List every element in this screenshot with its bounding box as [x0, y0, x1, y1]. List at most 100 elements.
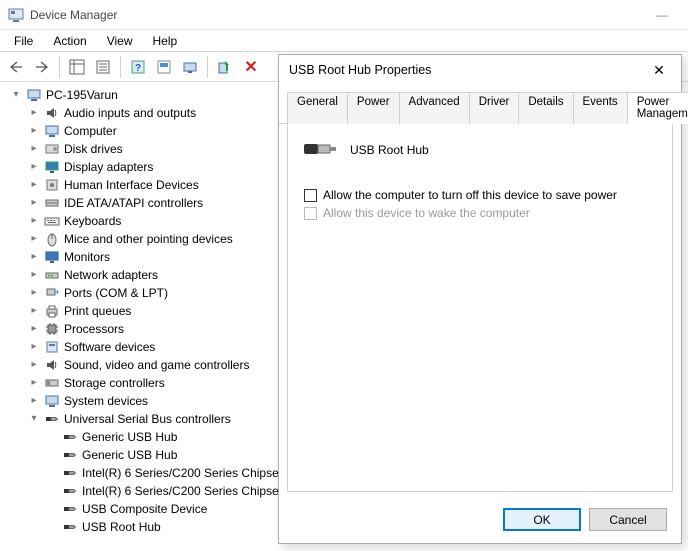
device-category-icon	[44, 141, 60, 157]
device-category-icon	[44, 339, 60, 355]
caret-icon[interactable]	[28, 158, 40, 176]
tree-device-label: Generic USB Hub	[82, 428, 177, 446]
caret-icon[interactable]	[10, 86, 22, 104]
minimize-button[interactable]: —	[644, 8, 680, 22]
tree-category-label: Disk drives	[64, 140, 123, 158]
scan-button[interactable]	[152, 55, 176, 79]
usb-device-icon	[62, 465, 78, 481]
dialog-title-bar: USB Root Hub Properties ✕	[279, 55, 681, 85]
device-category-icon	[44, 411, 60, 427]
tree-device-label: Generic USB Hub	[82, 446, 177, 464]
caret-icon[interactable]	[28, 140, 40, 158]
device-category-icon	[44, 249, 60, 265]
checkbox-wake	[304, 207, 317, 220]
tree-category-label: Universal Serial Bus controllers	[64, 410, 231, 428]
tree-category-label: Human Interface Devices	[64, 176, 199, 194]
close-icon[interactable]: ✕	[647, 62, 671, 79]
tab-strip: General Power Advanced Driver Details Ev…	[279, 91, 681, 124]
tab-general[interactable]: General	[287, 92, 348, 124]
caret-icon[interactable]	[28, 320, 40, 338]
caret-icon[interactable]	[28, 104, 40, 122]
caret-icon[interactable]	[28, 122, 40, 140]
back-button[interactable]	[4, 55, 28, 79]
tree-root-label: PC-195Varun	[46, 86, 118, 104]
device-name-label: USB Root Hub	[350, 143, 429, 157]
menu-view[interactable]: View	[99, 32, 141, 50]
caret-icon[interactable]	[28, 284, 40, 302]
computer-icon	[26, 87, 42, 103]
tree-category-label: Audio inputs and outputs	[64, 104, 196, 122]
caret-icon[interactable]	[28, 176, 40, 194]
device-category-icon	[44, 195, 60, 211]
device-category-icon	[44, 393, 60, 409]
dialog-buttons: OK Cancel	[279, 500, 681, 543]
device-header: USB Root Hub	[304, 138, 656, 162]
tree-device-label: USB Composite Device	[82, 500, 207, 518]
tree-category-label: Mice and other pointing devices	[64, 230, 233, 248]
forward-button[interactable]	[30, 55, 54, 79]
device-category-icon	[44, 231, 60, 247]
caret-icon[interactable]	[28, 356, 40, 374]
caret-icon[interactable]	[28, 248, 40, 266]
tree-category-label: Storage controllers	[64, 374, 165, 392]
device-category-icon	[44, 285, 60, 301]
caret-icon[interactable]	[28, 374, 40, 392]
ok-button[interactable]: OK	[503, 508, 581, 531]
caret-icon[interactable]	[28, 266, 40, 284]
enable-button[interactable]	[213, 55, 237, 79]
tree-device-label: Intel(R) 6 Series/C200 Series Chipse	[82, 482, 279, 500]
tab-advanced[interactable]: Advanced	[399, 92, 470, 124]
caret-icon[interactable]	[28, 410, 40, 428]
tab-events[interactable]: Events	[573, 92, 628, 124]
tree-category-label: Computer	[64, 122, 117, 140]
tab-power[interactable]: Power	[347, 92, 400, 124]
menu-action[interactable]: Action	[45, 32, 94, 50]
device-category-icon	[44, 375, 60, 391]
caret-icon[interactable]	[28, 392, 40, 410]
menu-bar: File Action View Help	[0, 30, 688, 52]
tab-details[interactable]: Details	[518, 92, 573, 124]
usb-device-icon	[62, 429, 78, 445]
uninstall-button[interactable]: ✕	[239, 55, 263, 79]
checkbox-wake-label: Allow this device to wake the computer	[323, 206, 530, 220]
tab-power-management[interactable]: Power Management	[627, 92, 688, 124]
usb-device-icon	[62, 447, 78, 463]
device-category-icon	[44, 177, 60, 193]
usb-device-icon	[62, 501, 78, 517]
device-category-icon	[44, 267, 60, 283]
toolbar-separator	[207, 56, 208, 78]
update-driver-button[interactable]	[178, 55, 202, 79]
tree-category-label: Ports (COM & LPT)	[64, 284, 168, 302]
tab-driver[interactable]: Driver	[469, 92, 520, 124]
properties-button[interactable]	[91, 55, 115, 79]
tree-category-label: Network adapters	[64, 266, 158, 284]
tree-category-label: System devices	[64, 392, 148, 410]
caret-icon[interactable]	[28, 230, 40, 248]
help-button[interactable]: ?	[126, 55, 150, 79]
device-category-icon	[44, 159, 60, 175]
menu-help[interactable]: Help	[145, 32, 186, 50]
tree-category-label: Keyboards	[64, 212, 121, 230]
tree-device-label: Intel(R) 6 Series/C200 Series Chipse	[82, 464, 279, 482]
checkbox-turnoff-label: Allow the computer to turn off this devi…	[323, 188, 617, 202]
device-category-icon	[44, 123, 60, 139]
caret-icon[interactable]	[28, 338, 40, 356]
tree-category-label: Processors	[64, 320, 124, 338]
menu-file[interactable]: File	[6, 32, 41, 50]
show-hide-tree-button[interactable]	[65, 55, 89, 79]
caret-icon[interactable]	[28, 212, 40, 230]
device-category-icon	[44, 105, 60, 121]
window-title: Device Manager	[30, 8, 644, 22]
caret-icon[interactable]	[28, 302, 40, 320]
tree-category-label: Monitors	[64, 248, 110, 266]
tree-category-label: Print queues	[64, 302, 131, 320]
svg-text:?: ?	[135, 63, 141, 74]
cancel-button[interactable]: Cancel	[589, 508, 667, 531]
tree-device-label: USB Root Hub	[82, 518, 161, 536]
checkbox-turnoff[interactable]	[304, 189, 317, 202]
caret-icon[interactable]	[28, 194, 40, 212]
usb-device-icon	[62, 483, 78, 499]
device-category-icon	[44, 213, 60, 229]
checkbox-turnoff-row[interactable]: Allow the computer to turn off this devi…	[304, 188, 656, 202]
device-category-icon	[44, 357, 60, 373]
